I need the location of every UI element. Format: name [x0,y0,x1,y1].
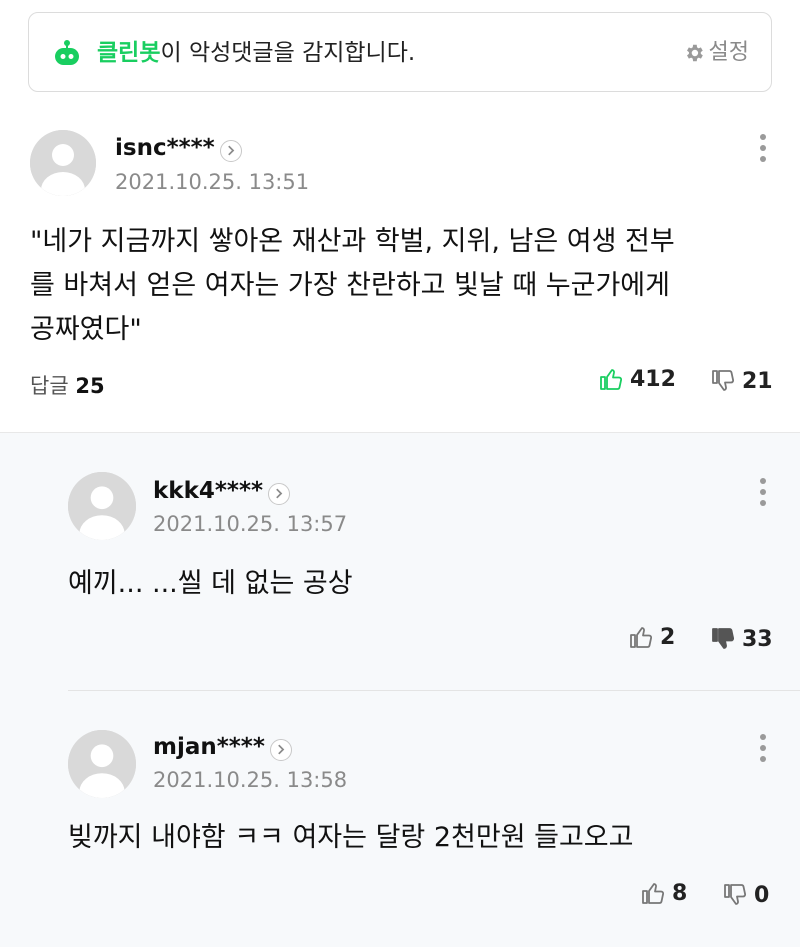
thumbs-down-icon [724,884,747,905]
reply-button[interactable]: 답글 25 [30,370,105,400]
like-button[interactable]: 2 [628,624,675,650]
thumbs-down-icon [712,628,735,649]
comment-date: 2021.10.25. 13:51 [115,170,310,194]
chevron-right-icon[interactable] [220,140,242,162]
reply-count: 25 [75,374,105,398]
dislike-button[interactable]: 33 [710,626,773,652]
avatar[interactable] [68,472,136,540]
reply-item: mjan**** 2021.10.25. 13:58 빚까지 내야함 ㅋㅋ 여자… [0,690,800,947]
thumbs-up-icon [600,369,623,390]
comment-text: 예끼... ...씰 데 없는 공상 [68,562,768,606]
default-avatar-icon [68,472,136,540]
comment-text-line: "네가 지금까지 쌓아온 재산과 학벌, 지위, 남은 여생 전부 [30,226,675,257]
like-count: 2 [660,624,676,650]
dislike-button[interactable]: 21 [710,368,773,394]
comment-text: 빚까지 내야함 ㅋㅋ 여자는 달랑 2천만원 들고오고 [68,816,783,860]
like-button[interactable]: 8 [640,880,687,906]
avatar[interactable] [30,130,96,196]
chevron-right-icon[interactable] [268,483,290,505]
comment-nickname[interactable]: mjan**** [153,734,265,760]
like-count: 412 [630,366,676,392]
dislike-button[interactable]: 0 [722,882,769,908]
comment-nickname[interactable]: isnc**** [115,135,215,161]
avatar[interactable] [68,730,136,798]
more-vertical-icon[interactable] [758,734,768,768]
thumbs-down-icon [712,370,735,391]
more-vertical-icon[interactable] [758,134,768,168]
thumbs-up-icon [630,627,653,648]
default-avatar-icon [30,130,96,196]
comment-text-line: 공짜였다" [30,314,142,345]
thumbs-up-icon [642,883,665,904]
reply-item: kkk4**** 2021.10.25. 13:57 예끼... ...씰 데 … [0,432,800,690]
comment-item: isnc**** 2021.10.25. 13:51 "네가 지금까지 쌓아온 … [0,0,800,432]
comment-text: "네가 지금까지 쌓아온 재산과 학벌, 지위, 남은 여생 전부 를 바쳐서 … [30,220,775,352]
like-button[interactable]: 412 [598,366,676,392]
dislike-count: 21 [742,368,773,394]
like-count: 8 [672,880,688,906]
reply-label: 답글 [30,374,69,398]
comment-text-line: 를 바쳐서 얻은 여자는 가장 찬란하고 빛날 때 누군가에게 [30,270,670,301]
comment-nickname[interactable]: kkk4**** [153,478,263,504]
dislike-count: 33 [742,626,773,652]
default-avatar-icon [68,730,136,798]
comment-date: 2021.10.25. 13:57 [153,512,348,536]
more-vertical-icon[interactable] [758,478,768,512]
comment-date: 2021.10.25. 13:58 [153,768,348,792]
comment-text-line: 예끼... ...씰 데 없는 공상 [68,568,353,599]
comment-text-line: 빚까지 내야함 ㅋㅋ 여자는 달랑 2천만원 들고오고 [68,822,634,853]
dislike-count: 0 [754,882,770,908]
chevron-right-icon[interactable] [270,739,292,761]
